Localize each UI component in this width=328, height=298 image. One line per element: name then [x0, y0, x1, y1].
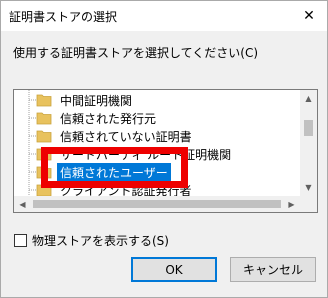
horizontal-scrollbar[interactable]: ◀ ▶: [14, 196, 300, 212]
scroll-left-icon[interactable]: ◀: [14, 196, 31, 212]
tree-content: 中間証明機関 信頼された発行元 信頼されていない証明書 サードパーティ ルート証…: [14, 90, 300, 196]
tree-item-label: 信頼された発行元: [60, 111, 157, 126]
tree-item-trusted-people[interactable]: 信頼されたユーザー: [36, 162, 171, 182]
tree-item-intermediate-ca[interactable]: 中間証明機関: [36, 91, 135, 109]
horizontal-scroll-thumb[interactable]: [33, 200, 281, 208]
checkbox-label: 物理ストアを表示する(S): [32, 234, 169, 248]
cancel-button[interactable]: キャンセル: [230, 257, 316, 282]
tree-item-label: 中間証明機関: [60, 93, 133, 108]
folder-icon: [36, 166, 52, 179]
scroll-down-icon[interactable]: ▼: [300, 179, 317, 196]
show-physical-stores-option[interactable]: 物理ストアを表示する(S): [14, 232, 169, 249]
tree-item-client-auth-issuers[interactable]: クライアント認証発行者: [36, 181, 195, 196]
select-certificate-store-dialog: 証明書ストアの選択 ✕ 使用する証明書ストアを選択してください(C) 中間証明機…: [0, 0, 328, 298]
tree-item-untrusted-certificates[interactable]: 信頼されていない証明書: [36, 127, 195, 145]
vertical-scrollbar[interactable]: ▲ ▼: [300, 90, 317, 196]
vertical-scroll-thumb[interactable]: [304, 120, 313, 136]
instruction-text: 使用する証明書ストアを選択してください(C): [13, 46, 259, 60]
tree-item-label-selected: 信頼されたユーザー: [57, 162, 171, 182]
certificate-store-tree[interactable]: 中間証明機関 信頼された発行元 信頼されていない証明書 サードパーティ ルート証…: [13, 89, 318, 213]
folder-icon: [36, 94, 52, 107]
scroll-right-icon[interactable]: ▶: [283, 196, 300, 212]
tree-item-third-party-root-ca[interactable]: サードパーティ ルート証明機関: [36, 145, 234, 163]
tree-item-label: 信頼されていない証明書: [60, 129, 192, 144]
tree-item-label: クライアント認証発行者: [60, 183, 192, 197]
scrollbar-corner: [300, 196, 317, 212]
tree-item-trusted-publishers[interactable]: 信頼された発行元: [36, 109, 159, 127]
close-icon[interactable]: ✕: [293, 1, 325, 31]
show-physical-stores-checkbox[interactable]: [14, 234, 27, 247]
folder-icon: [36, 112, 52, 125]
folder-icon: [36, 130, 52, 143]
folder-icon: [36, 148, 52, 161]
title-bar: 証明書ストアの選択 ✕: [1, 1, 327, 31]
ok-button[interactable]: OK: [131, 257, 217, 282]
scroll-up-icon[interactable]: ▲: [300, 90, 317, 107]
dialog-title: 証明書ストアの選択: [9, 10, 118, 24]
folder-icon: [36, 184, 52, 196]
tree-item-label: サードパーティ ルート証明機関: [60, 147, 232, 162]
